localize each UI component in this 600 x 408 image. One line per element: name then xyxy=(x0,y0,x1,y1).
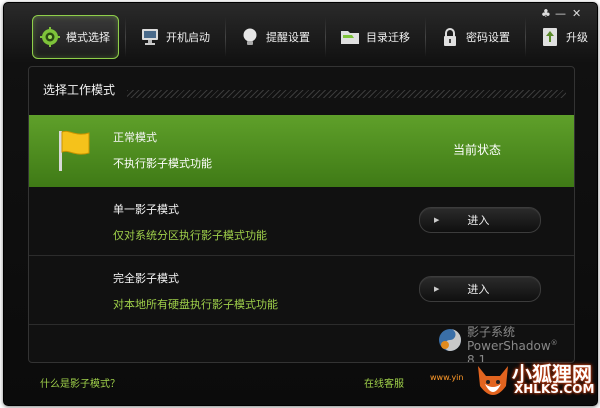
mode-desc: 仅对系统分区执行影子模式功能 xyxy=(113,229,267,242)
mode-name: 单一影子模式 xyxy=(113,203,179,216)
tab-divider xyxy=(325,17,326,57)
tab-label: 模式选择 xyxy=(66,31,110,44)
shadow-logo-icon xyxy=(439,329,461,351)
gear-icon xyxy=(39,26,61,48)
tab-divider xyxy=(125,17,126,57)
title-hatch-divider xyxy=(127,90,566,98)
fox-mascot-icon xyxy=(474,360,512,408)
tab-label: 提醒设置 xyxy=(266,31,310,44)
tab-upgrade[interactable]: 升级 xyxy=(532,15,597,59)
tab-password[interactable]: 密码设置 xyxy=(432,15,519,59)
what-is-shadow-mode-link[interactable]: 什么是影子模式？ xyxy=(40,375,120,390)
watermark-en: XHLKS.COM xyxy=(514,382,595,396)
product-logo: 影子系统 PowerShadow® 8.1 xyxy=(437,323,567,362)
enter-single-mode-button[interactable]: ▶ 进入 xyxy=(419,207,541,233)
bulb-icon xyxy=(239,26,261,48)
mode-row-full: 完全影子模式 对本地所有硬盘执行影子模式功能 ▶ 进入 xyxy=(29,256,574,325)
tab-label: 目录迁移 xyxy=(366,31,410,44)
tab-label: 升级 xyxy=(566,31,588,44)
tab-dir-migrate[interactable]: 目录迁移 xyxy=(332,15,419,59)
play-arrow-icon: ▶ xyxy=(434,285,440,293)
folder-icon xyxy=(339,26,361,48)
mode-row-normal[interactable]: 正常模式 不执行影子模式功能 当前状态 xyxy=(29,115,574,187)
mode-desc: 不执行影子模式功能 xyxy=(113,157,212,170)
flag-icon xyxy=(57,129,91,177)
mode-name: 完全影子模式 xyxy=(113,272,179,285)
mode-panel: 选择工作模式 正常模式 不执行影子模式功能 当前状态 单一影子模式 仅对系统分区… xyxy=(28,66,575,363)
upgrade-icon xyxy=(539,26,561,48)
mode-row-single: 单一影子模式 仅对系统分区执行影子模式功能 ▶ 进入 xyxy=(29,187,574,256)
mode-name: 正常模式 xyxy=(113,131,157,144)
tab-mode-select[interactable]: 模式选择 xyxy=(32,15,119,59)
main-toolbar: 模式选择 开机启动 提醒设置 目录迁移 密码设置 升级 xyxy=(32,15,597,59)
tab-divider xyxy=(525,17,526,57)
tab-label: 开机启动 xyxy=(166,31,210,44)
mode-desc: 对本地所有硬盘执行影子模式功能 xyxy=(113,298,278,311)
lock-icon xyxy=(439,26,461,48)
site-url-partial: www.yin xyxy=(430,373,464,382)
enter-full-mode-button[interactable]: ▶ 进入 xyxy=(419,276,541,302)
app-window: ♣ — ✕ 模式选择 开机启动 提醒设置 目录迁移 密码设置 升级 选择工作模式… xyxy=(3,2,598,406)
online-support-link[interactable]: 在线客服 xyxy=(364,375,404,390)
panel-title: 选择工作模式 xyxy=(43,83,116,97)
tab-divider xyxy=(425,17,426,57)
current-status-label: 当前状态 xyxy=(453,143,502,157)
monitor-icon xyxy=(139,26,161,48)
button-label: 进入 xyxy=(467,214,490,227)
product-name-cn: 影子系统 xyxy=(467,325,516,339)
play-arrow-icon: ▶ xyxy=(434,216,440,224)
tab-divider xyxy=(225,17,226,57)
tab-reminder[interactable]: 提醒设置 xyxy=(232,15,319,59)
tab-label: 密码设置 xyxy=(466,31,510,44)
button-label: 进入 xyxy=(467,283,490,296)
tab-startup[interactable]: 开机启动 xyxy=(132,15,219,59)
